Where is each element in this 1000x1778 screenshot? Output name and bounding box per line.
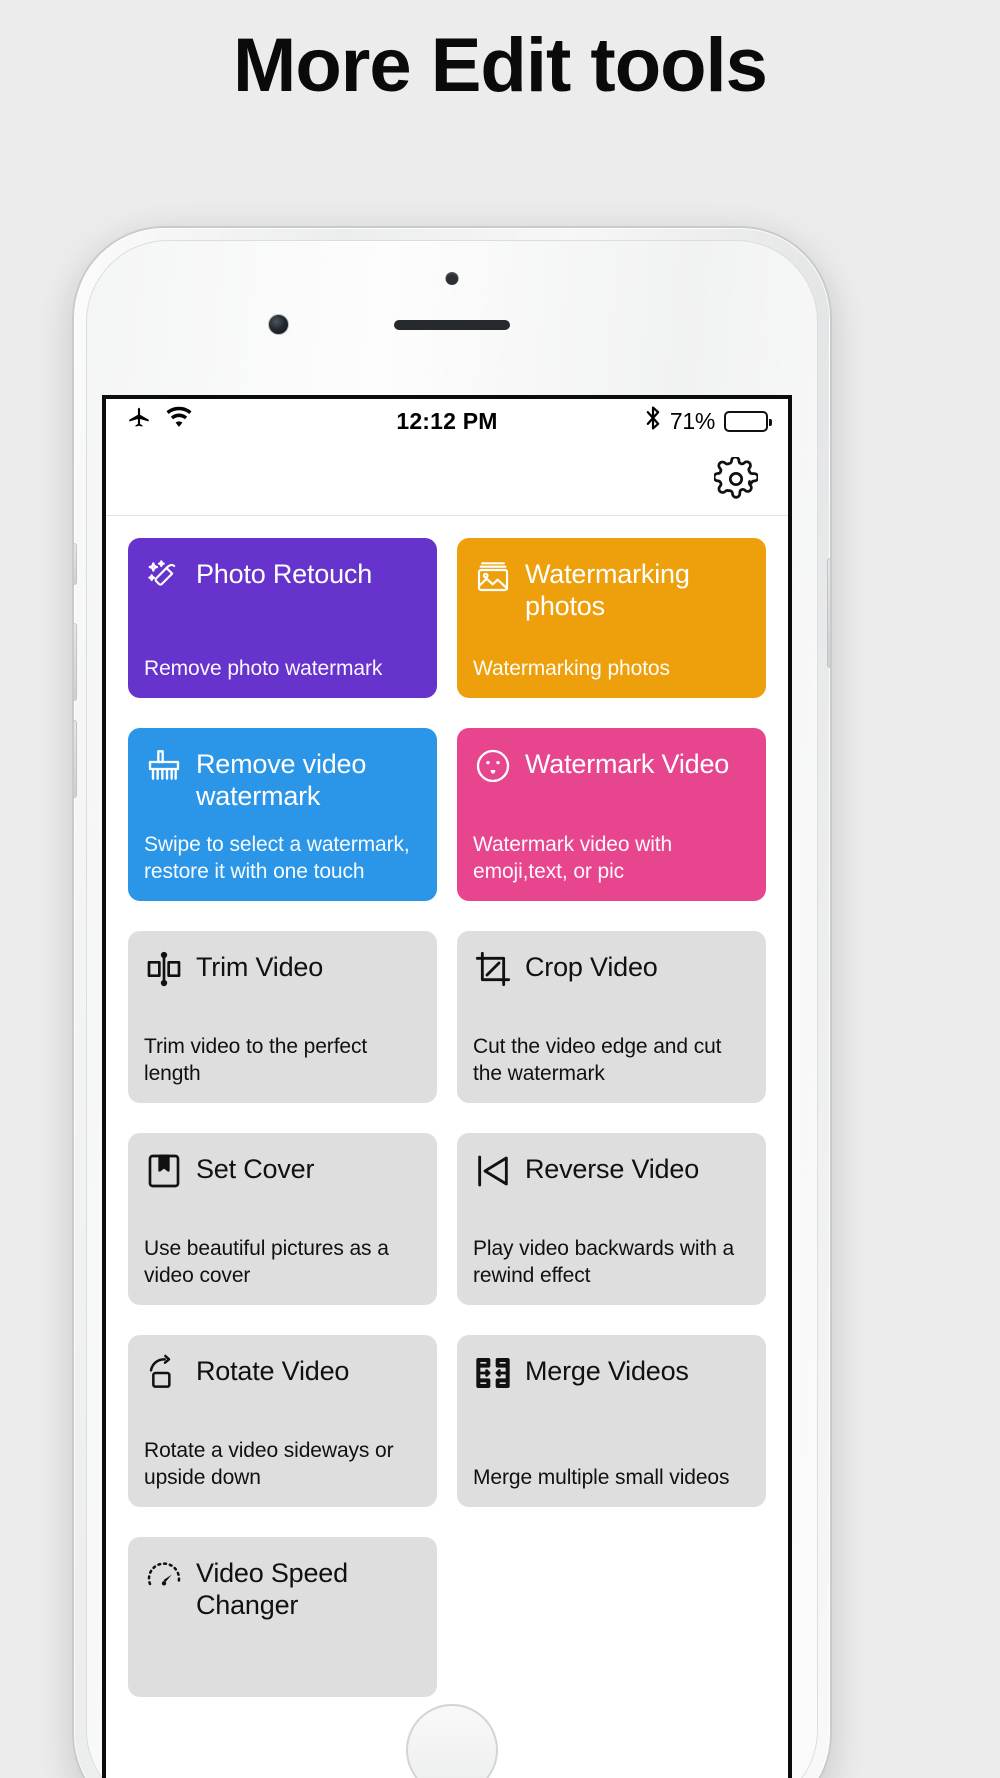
tool-card[interactable]: Watermarking photos Watermarking photos [457, 538, 766, 698]
tool-card-description: Remove photo watermark [144, 656, 383, 680]
photo-stack-icon [473, 556, 513, 596]
tool-card[interactable]: Reverse Video Play video backwards with a… [457, 1133, 766, 1306]
tool-card[interactable]: Remove video watermark Swipe to select a … [128, 728, 437, 902]
tool-card-description: Cut the video edge and cut the watermark [473, 1034, 722, 1086]
tool-card-title: Rotate Video [196, 1356, 350, 1387]
battery-percent-label: 71% [669, 407, 715, 434]
tools-grid: Photo Retouch Remove photo watermark Water… [128, 538, 766, 1698]
tool-card-description [144, 1663, 421, 1681]
tool-card[interactable]: Watermark Video Watermark video with emoj… [457, 728, 766, 902]
tool-card-title: Remove video watermark [196, 749, 367, 811]
tool-card-header: Remove video watermark [144, 746, 421, 813]
phone-mockup: 12:12 PM 71% Photo Retouch Remove photo … [72, 226, 832, 1778]
tool-card-header: Rotate Video [144, 1353, 421, 1393]
wifi-icon [165, 405, 193, 437]
tool-card-description: Rotate a video sideways or upside down [144, 1438, 394, 1490]
page-title: More Edit tools [233, 23, 768, 108]
tool-card-header: Reverse Video [473, 1151, 750, 1191]
tool-card[interactable]: Video Speed Changer [128, 1537, 437, 1698]
tool-card-header: Trim Video [144, 949, 421, 989]
tool-card[interactable]: Crop Video Cut the video edge and cut the… [457, 931, 766, 1104]
tool-card-description: Swipe to select a watermark, restore it … [144, 832, 410, 884]
volume-up-button[interactable] [74, 623, 77, 701]
magic-eraser-sparkle-icon [144, 556, 184, 596]
tool-card-title: Crop Video [525, 952, 658, 983]
airplane-mode-icon [126, 405, 152, 437]
tool-card-title: Reverse Video [525, 1154, 700, 1185]
silent-switch[interactable] [74, 543, 77, 585]
tool-card-header: Watermark Video [473, 746, 750, 786]
tool-card-description: Use beautiful pictures as a video cover [144, 1236, 389, 1288]
front-camera-icon [268, 314, 289, 335]
status-bar: 12:12 PM 71% [106, 399, 788, 443]
tool-card-title: Set Cover [196, 1154, 315, 1185]
bookmark-cover-icon [144, 1151, 184, 1191]
marketing-screenshot: More Edit tools 12:12 PM 71% Photo Retou… [0, 0, 1000, 1778]
tool-card[interactable]: Set Cover Use beautiful pictures as a vid… [128, 1133, 437, 1306]
crop-icon [473, 949, 513, 989]
tool-card-title: Video Speed Changer [196, 1558, 348, 1621]
power-button[interactable] [827, 558, 830, 668]
status-right-group: 71% [645, 405, 772, 437]
tool-card-description: Watermark video with emoji,text, or pic [473, 832, 673, 884]
tool-card-description: Trim video to the perfect length [144, 1034, 368, 1086]
bluetooth-icon [645, 405, 661, 437]
tool-card-header: Video Speed Changer [144, 1555, 421, 1622]
merge-icon [473, 1353, 513, 1393]
tool-card[interactable]: Merge Videos Merge multiple small videos [457, 1335, 766, 1508]
trim-icon [144, 949, 184, 989]
tool-card[interactable]: Rotate Video Rotate a video sideways or u… [128, 1335, 437, 1508]
tool-card[interactable]: Trim Video Trim video to the perfect leng… [128, 931, 437, 1104]
phone-screen: 12:12 PM 71% Photo Retouch Remove photo … [102, 395, 792, 1778]
tools-scroll-area[interactable]: Photo Retouch Remove photo watermark Water… [106, 516, 788, 1778]
tool-card-title: Photo Retouch [196, 559, 373, 589]
tool-card-header: Watermarking photos [473, 556, 750, 623]
tool-card-header: Photo Retouch [144, 556, 421, 596]
tool-card-title: Trim Video [196, 952, 324, 983]
tool-card-header: Crop Video [473, 949, 750, 989]
tool-card-description: Watermarking photos [473, 656, 670, 680]
tool-card-title: Merge Videos [525, 1356, 689, 1387]
battery-icon [724, 410, 772, 432]
gear-icon[interactable] [712, 455, 760, 501]
reverse-play-icon [473, 1151, 513, 1191]
tool-card-description: Play video backwards with a rewind effec… [473, 1236, 735, 1288]
tool-card-header: Set Cover [144, 1151, 421, 1191]
rotate-icon [144, 1353, 184, 1393]
earpiece-speaker [394, 320, 510, 330]
tool-card-header: Merge Videos [473, 1353, 750, 1393]
volume-down-button[interactable] [74, 720, 77, 798]
tool-card-title: Watermarking photos [525, 559, 690, 621]
brush-icon [144, 746, 184, 786]
status-left-group [126, 405, 193, 437]
proximity-sensor-icon [445, 272, 459, 285]
emoji-face-icon [473, 746, 513, 786]
app-nav-bar [106, 443, 788, 516]
speedometer-icon [144, 1555, 184, 1595]
tool-card[interactable]: Photo Retouch Remove photo watermark [128, 538, 437, 698]
tool-card-description: Merge multiple small videos [473, 1466, 730, 1490]
tool-card-title: Watermark Video [525, 749, 730, 779]
